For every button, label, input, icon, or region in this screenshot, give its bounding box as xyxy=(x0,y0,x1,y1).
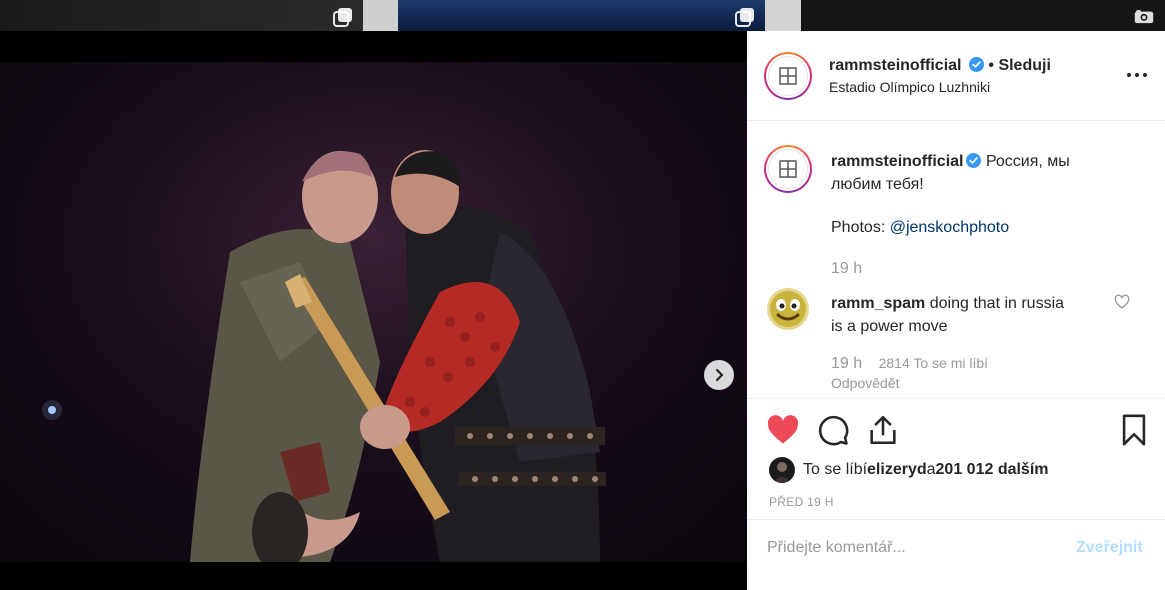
likes-prefix: To se líbí xyxy=(803,461,868,478)
neighbor-thumbnail[interactable] xyxy=(398,0,765,31)
neighbor-thumbnail[interactable] xyxy=(801,0,1165,31)
like-button[interactable] xyxy=(766,413,800,447)
likes-count[interactable]: 201 012 dalším xyxy=(936,461,1049,479)
user-avatar-icon xyxy=(773,462,791,483)
comment-like-button[interactable] xyxy=(1114,294,1130,310)
comment-timestamp[interactable]: 19 h xyxy=(831,355,862,372)
smiley-avatar-icon xyxy=(770,291,806,327)
neighbor-thumbnail[interactable] xyxy=(765,0,801,31)
comment-body: ramm_spam doing that in russia is a powe… xyxy=(831,292,1111,338)
post-location[interactable]: Estadio Olímpico Luzhniki xyxy=(829,79,990,95)
more-options-button[interactable] xyxy=(1125,65,1149,85)
heart-icon xyxy=(767,415,799,444)
more-icon xyxy=(1127,73,1147,77)
comment-button[interactable] xyxy=(816,413,850,447)
comment-text-line1: doing that in russia xyxy=(925,295,1065,312)
post-header: rammsteinofficial • Sleduji Estadio Olím… xyxy=(747,31,1165,121)
caption-timestamp[interactable]: 19 h xyxy=(831,260,862,278)
post-photo[interactable] xyxy=(0,62,747,562)
follow-status-button[interactable]: • Sleduji xyxy=(988,57,1051,74)
caption-text-line2: любим тебя! xyxy=(831,176,924,193)
chevron-right-icon xyxy=(715,368,724,382)
verified-badge-icon xyxy=(968,57,984,72)
likes-conjunction: a xyxy=(926,461,936,478)
publish-comment-button[interactable]: Zveřejnit xyxy=(1076,539,1143,557)
concert-photo-illustration xyxy=(0,62,747,562)
add-comment-bar: Zveřejnit xyxy=(747,519,1165,590)
neighbor-thumbnail[interactable] xyxy=(0,0,363,31)
avatar[interactable] xyxy=(764,145,812,193)
post-author-username[interactable]: rammsteinofficial xyxy=(829,57,961,74)
liker-username[interactable]: elizeryd xyxy=(867,461,927,479)
video-icon xyxy=(1134,7,1160,27)
comment-icon xyxy=(818,415,849,446)
caption-username[interactable]: rammsteinofficial xyxy=(831,153,963,170)
carousel-indicator-icon xyxy=(735,7,755,27)
post-side-panel: rammsteinofficial • Sleduji Estadio Olím… xyxy=(747,31,1165,590)
comment-username[interactable]: ramm_spam xyxy=(831,295,925,312)
next-slide-button[interactable] xyxy=(704,360,734,390)
commenter-avatar[interactable] xyxy=(767,288,809,330)
caption-text-line1: Россия, мы xyxy=(985,153,1070,170)
comment-text-line2: is a power move xyxy=(831,318,948,335)
rammstein-logo-icon xyxy=(779,67,797,85)
comment-meta: 19 h 2814 To se mi líbí xyxy=(831,355,988,373)
comment-input[interactable] xyxy=(767,536,1067,560)
feed-strip xyxy=(0,0,1165,31)
carousel-indicator-icon xyxy=(333,7,353,27)
rammstein-logo-icon xyxy=(779,160,797,178)
post-actions: To se líbí elizeryd a 201 012 dalším PŘE… xyxy=(747,398,1165,519)
reply-button[interactable]: Odpovědět xyxy=(831,375,900,391)
share-button[interactable] xyxy=(866,413,900,447)
save-button[interactable] xyxy=(1117,413,1151,447)
liker-avatar[interactable] xyxy=(769,457,795,483)
likes-summary: To se líbí elizeryd a 201 012 dalším xyxy=(769,457,1049,483)
heart-outline-icon xyxy=(1114,294,1130,309)
neighbor-thumbnail[interactable] xyxy=(363,0,398,31)
photographer-mention-link[interactable]: @jenskochphoto xyxy=(890,219,1009,236)
post-timestamp[interactable]: PŘED 19 H xyxy=(769,495,834,509)
share-icon xyxy=(870,415,896,445)
caption-photos-prefix: Photos: xyxy=(831,219,890,236)
comment-likes-count[interactable]: 2814 To se mi líbí xyxy=(879,355,988,371)
verified-badge-icon xyxy=(966,153,982,168)
bookmark-icon xyxy=(1122,414,1146,446)
comments-section: rammsteinofficial Россия, мы любим тебя!… xyxy=(747,122,1165,398)
post-caption: rammsteinofficial Россия, мы любим тебя!… xyxy=(831,150,1151,239)
avatar[interactable] xyxy=(764,52,812,100)
